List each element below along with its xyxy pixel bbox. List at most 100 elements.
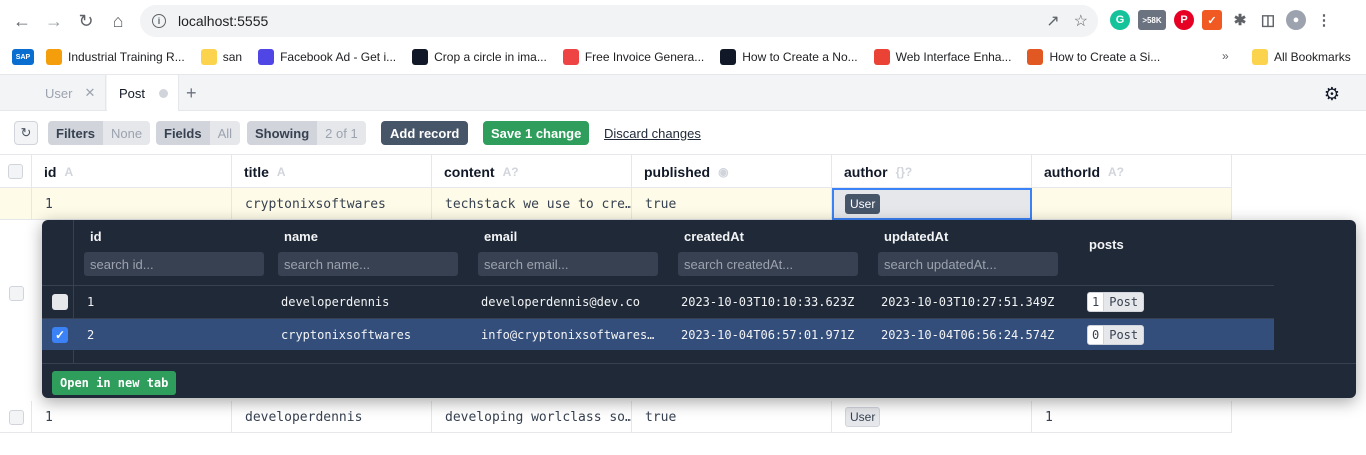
fields-button[interactable]: Fields All	[156, 121, 241, 145]
discard-changes-link[interactable]: Discard changes	[604, 121, 701, 145]
refresh-button[interactable]: ↻	[14, 121, 38, 145]
column-header[interactable]: content A?	[432, 155, 632, 188]
cell-id[interactable]: 1	[32, 401, 232, 433]
picker-cell-id: 1	[87, 295, 95, 309]
tab-post[interactable]: Post	[107, 75, 179, 111]
column-header[interactable]: author {}?	[832, 155, 1032, 188]
posts-count: 0	[1088, 326, 1105, 344]
cell-authorId[interactable]	[1032, 188, 1232, 220]
posts-relation-badge[interactable]: 0 Post	[1087, 325, 1145, 345]
bookmark-star-icon[interactable]: ☆	[1074, 11, 1088, 31]
row-checkbox[interactable]	[9, 409, 24, 425]
pinterest-icon[interactable]: P	[1174, 10, 1194, 30]
extensions-icon[interactable]: ✱	[1230, 10, 1250, 30]
close-icon[interactable]: ✕	[84, 85, 95, 101]
row-checkbox-cell[interactable]	[0, 188, 32, 220]
bookmark-label: Web Interface Enha...	[895, 50, 1012, 64]
back-icon[interactable]: ←	[6, 5, 38, 37]
gmail-badge-icon[interactable]: >58K	[1138, 10, 1166, 30]
relation-badge[interactable]: User	[845, 407, 881, 427]
grammarly-icon[interactable]: G	[1110, 10, 1130, 30]
cell-content[interactable]: developing worlclass so…	[432, 401, 632, 433]
picker-row[interactable]: 1 developerdennis developerdennis@dev.co 20…	[42, 285, 1274, 317]
picker-cell-updatedAt: 2023-10-04T06:56:24.574Z	[881, 328, 1055, 342]
bookmark-item[interactable]: Facebook Ad - Get i...	[258, 49, 396, 65]
checkbox[interactable]	[8, 164, 23, 179]
picker-row[interactable]: ✓ 2 cryptonixsoftwares info@cryptonixsoftwa…	[42, 318, 1274, 350]
row-checkbox[interactable]	[9, 286, 24, 301]
bookmark-label: How to Create a No...	[742, 50, 858, 64]
search-createdAt-input[interactable]	[678, 252, 858, 276]
cell-published[interactable]: true	[632, 188, 832, 220]
picker-cell-name: cryptonixsoftwares	[281, 328, 412, 342]
column-name: authorId	[1044, 163, 1100, 180]
filters-label: Filters	[48, 121, 104, 145]
column-header[interactable]: authorId A?	[1032, 155, 1232, 188]
save-changes-button[interactable]: Save 1 change	[483, 121, 590, 145]
row-checkbox-cell[interactable]	[0, 401, 32, 433]
site-info-icon[interactable]: i	[152, 14, 166, 28]
all-bookmarks[interactable]: All Bookmarks	[1252, 49, 1351, 65]
share-icon[interactable]: ↗	[1046, 11, 1059, 31]
bookmark-favicon-icon	[562, 49, 579, 65]
bookmark-item[interactable]: How to Create a Si...	[1027, 49, 1160, 65]
column-type-icon: ◉	[718, 164, 729, 179]
column-name: title	[244, 163, 269, 180]
search-email-input[interactable]	[478, 252, 658, 276]
table-row[interactable]: 1 developerdennis developing worlclass so……	[0, 401, 1232, 433]
profile-avatar[interactable]: ●	[1286, 10, 1306, 30]
add-tab-icon[interactable]: +	[186, 83, 197, 104]
table-row[interactable]: 1 cryptonixsoftwares techstack we use to c…	[0, 188, 1232, 220]
cell-title[interactable]: cryptonixsoftwares	[232, 188, 432, 220]
posts-relation-badge[interactable]: 1 Post	[1087, 292, 1145, 312]
sap-bookmark[interactable]: SAP	[12, 49, 34, 65]
showing-button[interactable]: Showing 2 of 1	[247, 121, 366, 145]
address-bar[interactable]: i localhost:5555 ↗ ☆	[140, 5, 1098, 37]
posts-label: Post	[1109, 295, 1139, 309]
bookmark-item[interactable]: Web Interface Enha...	[873, 49, 1012, 65]
refresh-icon: ↻	[20, 125, 32, 140]
picker-row-checkbox[interactable]: ✓	[52, 327, 68, 343]
cell-title[interactable]: developerdennis	[232, 401, 432, 433]
fields-label: Fields	[156, 121, 210, 145]
picker-column-header: email	[478, 220, 674, 285]
relation-badge[interactable]: User	[845, 194, 881, 214]
picker-column-header: updatedAt	[878, 220, 1074, 285]
more-bookmarks-icon[interactable]: »	[1222, 49, 1229, 63]
cell-published[interactable]: true	[632, 401, 832, 433]
cell-authorId[interactable]: 1	[1032, 401, 1232, 433]
data-toolbar: ↻ Filters None Fields All Showing 2 of 1 Ad…	[0, 111, 1366, 155]
bookmark-item[interactable]: Crop a circle in ima...	[412, 49, 547, 65]
forward-icon[interactable]: →	[38, 5, 70, 37]
open-in-new-tab-button[interactable]: Open in new tab	[52, 371, 177, 395]
column-header[interactable]: id A	[32, 155, 232, 188]
add-record-button[interactable]: Add record	[381, 121, 469, 145]
picker-column-header: createdAt	[678, 220, 874, 285]
picker-row-checkbox[interactable]	[52, 294, 68, 310]
column-header[interactable]: title A	[232, 155, 432, 188]
select-all-checkbox[interactable]	[0, 155, 32, 188]
bookmark-label: Crop a circle in ima...	[434, 50, 547, 64]
todo-ext-icon[interactable]: ✓	[1202, 10, 1222, 30]
bookmark-item[interactable]: How to Create a No...	[720, 49, 858, 65]
url-text: localhost:5555	[178, 13, 269, 29]
cell-author[interactable]: User	[832, 188, 1032, 220]
bookmark-item[interactable]: Industrial Training R...	[46, 49, 185, 65]
search-id-input[interactable]	[84, 252, 264, 276]
reload-icon[interactable]: ↻	[70, 5, 102, 37]
bookmark-item[interactable]: Free Invoice Genera...	[562, 49, 704, 65]
tab-user[interactable]: User ✕	[32, 75, 106, 111]
search-name-input[interactable]	[278, 252, 458, 276]
filters-button[interactable]: Filters None	[48, 121, 151, 145]
side-panel-icon[interactable]: ◫	[1258, 10, 1278, 30]
gear-icon[interactable]: ⚙	[1324, 84, 1340, 105]
cell-author[interactable]: User	[832, 401, 1032, 433]
cell-content[interactable]: techstack we use to cre…	[432, 188, 632, 220]
browser-menu-icon[interactable]: ⋮	[1314, 10, 1334, 30]
search-updatedAt-input[interactable]	[878, 252, 1058, 276]
bookmark-favicon-icon	[258, 49, 275, 65]
column-header[interactable]: published ◉	[632, 155, 832, 188]
bookmark-item[interactable]: san	[200, 49, 242, 65]
home-icon[interactable]: ⌂	[102, 5, 134, 37]
cell-id[interactable]: 1	[32, 188, 232, 220]
